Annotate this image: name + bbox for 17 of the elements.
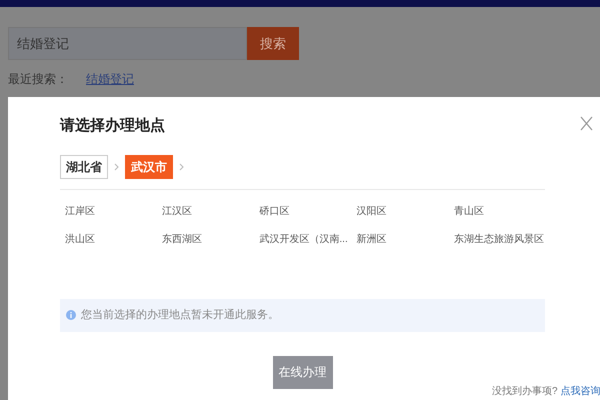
- help-text: 没找到办事项?: [492, 384, 558, 399]
- consult-link[interactable]: 点我咨询: [560, 384, 600, 399]
- district-option[interactable]: 东西湖区: [162, 234, 202, 244]
- district-option[interactable]: 洪山区: [65, 234, 95, 244]
- dialog-title: 请选择办理地点: [60, 116, 166, 136]
- district-option[interactable]: 硚口区: [259, 206, 290, 216]
- recent-label: 最近搜索：: [8, 71, 68, 88]
- district-option[interactable]: 汉阳区: [356, 206, 387, 216]
- district-option[interactable]: 东湖生态旅游风景区: [454, 234, 544, 244]
- district-option[interactable]: 武汉开发区（汉南...: [259, 234, 348, 244]
- district-option[interactable]: 青山区: [454, 206, 484, 216]
- breadcrumb-tab[interactable]: 湖北省: [60, 154, 108, 178]
- district-option[interactable]: 江岸区: [65, 206, 95, 216]
- district-option[interactable]: 江汉区: [162, 206, 192, 216]
- search-button[interactable]: 搜索: [247, 27, 299, 60]
- notice-text: 您当前选择的办理地点暂未开通此服务。: [81, 308, 279, 323]
- district-option[interactable]: 新洲区: [356, 234, 387, 244]
